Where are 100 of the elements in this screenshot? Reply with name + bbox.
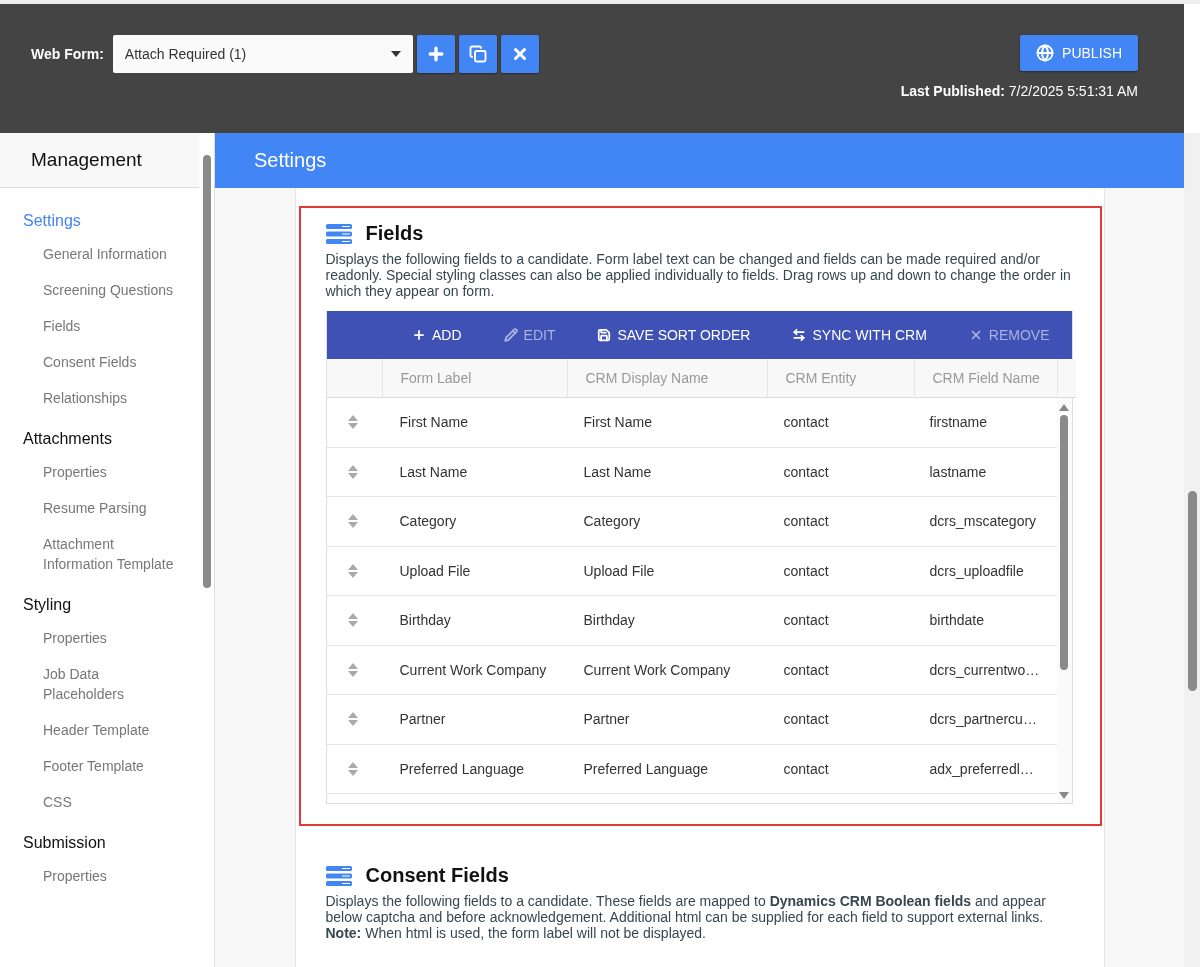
- plus-icon: [412, 328, 426, 342]
- table-cell-text: Category: [398, 512, 458, 532]
- note-text: Note: When html is used, the form label will not be displayed.: [325, 925, 706, 941]
- section-title: Fields: [365, 222, 424, 245]
- table-cell-text: Partner: [582, 710, 631, 730]
- pencil-icon: [503, 328, 518, 342]
- table-cell-text: Preferred Language: [398, 759, 526, 779]
- sidebar-section[interactable]: Attachments: [23, 430, 200, 448]
- table-cell-text: Last Name: [398, 462, 469, 482]
- toolbar-button[interactable]: SAVE SORT ORDER: [597, 327, 751, 343]
- sidebar-item[interactable]: Footer Template: [23, 756, 181, 776]
- table-cell-text: Birthday: [398, 611, 452, 631]
- table-cell-text: contact: [782, 512, 830, 532]
- table-cell-text: contact: [782, 759, 830, 779]
- table-cell-text: Partner: [398, 710, 447, 730]
- scroll-up-icon[interactable]: [1059, 404, 1069, 411]
- sidebar-item[interactable]: Header Template: [23, 720, 181, 740]
- table-row[interactable]: First Name First Name contact firstname: [326, 398, 1057, 448]
- table-row[interactable]: Current Work Company Current Work Company contact dcrs_currentwo…: [326, 645, 1057, 695]
- toolbar-button[interactable]: ADD: [412, 327, 462, 343]
- drag-handle-icon[interactable]: [347, 464, 358, 479]
- sidebar-item[interactable]: Properties: [23, 628, 181, 648]
- drag-handle-icon[interactable]: [347, 662, 358, 677]
- table-row[interactable]: Last Name Last Name contact lastname: [326, 447, 1057, 497]
- table-cell-text: contact: [782, 561, 830, 581]
- table-cell-text: First Name: [582, 413, 653, 433]
- publish-button[interactable]: PUBLISH: [1020, 35, 1138, 71]
- table-cell-text: Upload File: [582, 561, 656, 581]
- last-published-text: Last Published: 7/2/2025 5:51:31 AM: [900, 83, 1138, 99]
- scroll-down-icon[interactable]: [1059, 792, 1069, 799]
- scrollbar-thumb[interactable]: [202, 155, 211, 588]
- table-cell-text: Current Work Company: [398, 660, 548, 680]
- sidebar-item[interactable]: Fields: [23, 316, 181, 336]
- table-cell-text: Birthday: [582, 611, 636, 631]
- drag-handle-icon[interactable]: [347, 415, 358, 430]
- sidebar-section[interactable]: Settings: [23, 212, 200, 230]
- table-cell-text: contact: [782, 710, 830, 730]
- sidebar-item[interactable]: Properties: [23, 462, 181, 482]
- column-header[interactable]: CRM Entity: [766, 359, 914, 398]
- sidebar-item[interactable]: General Information: [23, 244, 181, 264]
- table-cell-text: dcrs_uploadfile: [928, 561, 1025, 581]
- sidebar-item[interactable]: Properties: [23, 866, 181, 886]
- table-row[interactable]: Birthday Birthday contact birthdate: [326, 596, 1057, 646]
- sidebar-item[interactable]: Consent Fields: [23, 352, 181, 372]
- sidebar-item[interactable]: Attachment Information Template: [23, 534, 181, 574]
- column-header[interactable]: CRM Field Name: [913, 359, 1057, 398]
- table-row[interactable]: Preferred Language Preferred Language contact adx_preferredl…: [326, 744, 1057, 794]
- table-cell-text: dcrs_mscategory: [928, 512, 1038, 532]
- drag-handle-icon[interactable]: [347, 712, 358, 727]
- toolbar-button[interactable]: SYNC WITH CRM: [792, 327, 927, 343]
- table-row[interactable]: Upload File Upload File contact dcrs_uploadfile: [326, 546, 1057, 596]
- sidebar-item[interactable]: Job Data Placeholders: [23, 664, 181, 704]
- table-cell-text: contact: [782, 611, 830, 631]
- list-icon: [325, 223, 352, 244]
- add-button[interactable]: [416, 35, 455, 73]
- web-form-select[interactable]: Attach Required (1): [112, 35, 413, 73]
- sidebar-title: Management: [0, 133, 200, 188]
- scrollbar-thumb[interactable]: [1060, 415, 1068, 670]
- table-cell-text: Category: [582, 512, 642, 532]
- table-cell-text: firstname: [928, 413, 989, 433]
- copy-button[interactable]: [458, 35, 497, 73]
- section-description: Displays the following fields to a candidate. Form label text can be changed and fields can be made required and/or readonly. Special styling classes can also be applied individually to fields. Drag rows up and down to change the order in which they appear on form.: [325, 251, 1072, 299]
- drag-handle-icon[interactable]: [347, 613, 358, 628]
- table-cell-text: First Name: [398, 413, 469, 433]
- list-icon: [325, 865, 352, 886]
- globe-icon: [1036, 44, 1055, 62]
- table-cell-text: lastname: [928, 462, 988, 482]
- table-cell-text: Last Name: [582, 462, 653, 482]
- arrows-icon: [792, 328, 807, 342]
- scrollbar-thumb[interactable]: [1187, 491, 1197, 691]
- column-header[interactable]: Form Label: [381, 359, 567, 398]
- table-cell-text: contact: [782, 462, 830, 482]
- delete-button[interactable]: [500, 35, 539, 73]
- caret-icon: [390, 51, 401, 57]
- sidebar-section[interactable]: Submission: [23, 834, 200, 852]
- copy-icon: [468, 45, 487, 63]
- sidebar-item[interactable]: CSS: [23, 792, 181, 812]
- section-description: Displays the following fields to a candidate. These fields are mapped to Dynamics CRM Boolean fields and appear below captcha and before acknowledgement. Additional html can be supplied for each field to support external links. Note: When html is used, the form label will not be displayed.: [325, 893, 1047, 941]
- page-header: Settings: [215, 133, 1184, 188]
- table-cell-text: Upload File: [398, 561, 472, 581]
- table-cell-text: contact: [782, 413, 830, 433]
- table-cell-text: dcrs_currentwo…: [928, 660, 1041, 680]
- web-form-label: Web Form:: [31, 46, 104, 62]
- table-cell-text: adx_preferredl…: [928, 759, 1035, 779]
- table-cell-text: Current Work Company: [582, 660, 732, 680]
- sidebar-item[interactable]: Screening Questions: [23, 280, 181, 300]
- table-row[interactable]: Category Category contact dcrs_mscategory: [326, 497, 1057, 547]
- table-row[interactable]: Partner Partner contact dcrs_partnercu…: [326, 695, 1057, 745]
- table-cell-text: dcrs_partnercu…: [928, 710, 1038, 730]
- table-cell-text: birthdate: [928, 611, 985, 631]
- sidebar-item[interactable]: Relationships: [23, 388, 181, 408]
- table-cell-text: Preferred Language: [582, 759, 710, 779]
- sidebar-item[interactable]: Resume Parsing: [23, 498, 181, 518]
- sidebar-section[interactable]: Styling: [23, 596, 200, 614]
- section-title: Consent Fields: [365, 864, 509, 887]
- drag-handle-icon[interactable]: [347, 563, 358, 578]
- table-cell-text: contact: [782, 660, 830, 680]
- column-header[interactable]: CRM Display Name: [566, 359, 767, 398]
- drag-handle-icon[interactable]: [347, 514, 358, 529]
- drag-handle-icon[interactable]: [347, 761, 358, 776]
